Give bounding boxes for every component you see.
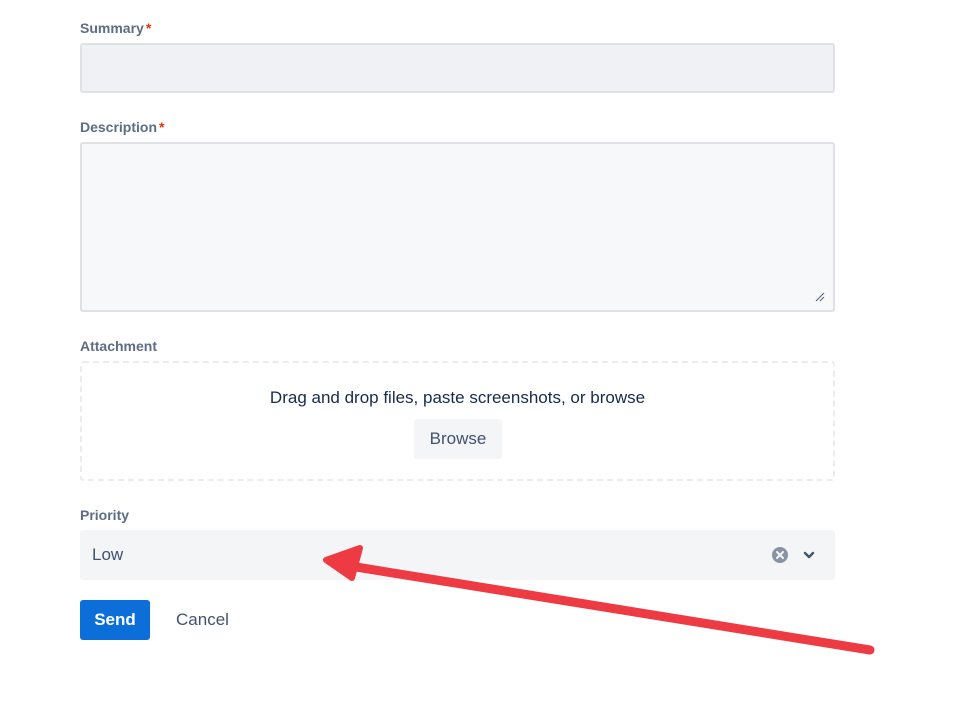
chevron-down-icon[interactable] — [800, 546, 818, 564]
attachment-label: Attachment — [80, 338, 158, 354]
summary-input[interactable] — [80, 43, 835, 93]
dropzone-instructions: Drag and drop files, paste screenshots, … — [269, 388, 646, 407]
description-textarea[interactable] — [80, 142, 835, 312]
attachment-dropzone[interactable]: Drag and drop files, paste screenshots, … — [80, 361, 835, 481]
clear-circle-icon[interactable] — [771, 546, 789, 564]
summary-label: Summary * — [80, 20, 151, 36]
description-required-mark: * — [159, 119, 165, 135]
send-button[interactable]: Send — [80, 600, 150, 640]
description-label: Description * — [80, 119, 164, 135]
priority-label: Priority — [80, 507, 130, 523]
browse-button[interactable]: Browse — [414, 419, 502, 459]
description-label-text: Description — [80, 119, 158, 135]
summary-label-text: Summary — [80, 20, 144, 36]
cancel-button[interactable]: Cancel — [164, 600, 241, 640]
priority-select[interactable]: Low — [80, 530, 835, 580]
priority-selected-value: Low — [92, 545, 124, 564]
summary-required-mark: * — [145, 20, 152, 36]
resize-grip-icon[interactable] — [815, 292, 825, 302]
